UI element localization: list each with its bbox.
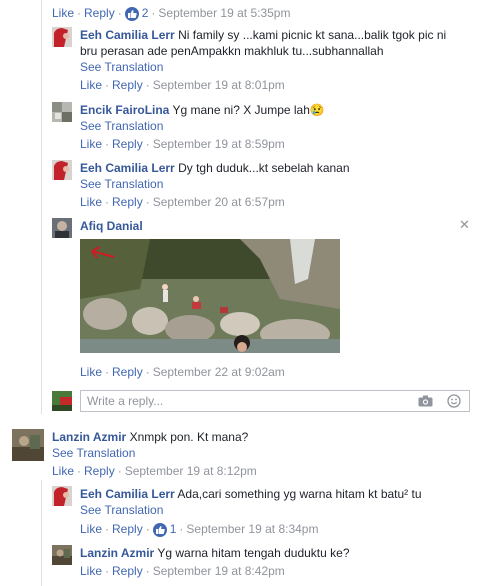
like-link[interactable]: Like	[52, 6, 74, 20]
comment-text: Dy tgh duduk...kt sebelah kanan	[178, 161, 350, 175]
timestamp[interactable]: September 19 at 8:42pm	[153, 564, 285, 578]
avatar[interactable]	[52, 102, 72, 122]
separator: ·	[151, 6, 156, 20]
comment-text: Xnmpk pon. Kt mana?	[129, 430, 249, 444]
like-thumb-icon[interactable]	[152, 523, 167, 537]
reply-link[interactable]: Reply	[112, 365, 143, 379]
reply-comment: Afiq Danial	[52, 218, 143, 238]
avatar[interactable]	[52, 218, 72, 238]
reply-avatar	[52, 391, 72, 411]
reply-input-box[interactable]	[80, 390, 470, 412]
separator: ·	[77, 464, 82, 478]
timestamp[interactable]: September 19 at 8:59pm	[153, 137, 285, 151]
comment-actions: Like · Reply · September 19 at 8:12pm	[52, 463, 257, 479]
comment-actions: Like · Reply · September 22 at 9:02am	[80, 364, 285, 380]
reply-comment: Lanzin Azmir Yg warna hitam tengah duduk…	[52, 545, 350, 565]
author-name[interactable]: Encik FairoLina	[80, 103, 169, 117]
separator: ·	[145, 137, 150, 151]
comment-text: Ni family sy ...kami picnic kt sana...ba…	[178, 28, 447, 42]
timestamp[interactable]: September 20 at 6:57pm	[153, 195, 285, 209]
comment-actions: Like · Reply · 2 · September 19 at 5:35pm	[52, 5, 290, 21]
reply-comment: Eeh Camilia Lerr Dy tgh duduk...kt sebel…	[52, 160, 350, 192]
reply-link[interactable]: Reply	[112, 195, 143, 209]
crying-emoji-icon: 😢	[309, 103, 325, 117]
reply-comment: Encik FairoLina Yg mane ni? X Jumpe lah😢…	[52, 102, 325, 134]
avatar[interactable]	[12, 429, 44, 461]
comment-actions: Like · Reply · September 20 at 6:57pm	[80, 194, 285, 210]
reply-link[interactable]: Reply	[112, 564, 143, 578]
separator: ·	[145, 564, 150, 578]
timestamp[interactable]: September 19 at 5:35pm	[158, 6, 290, 20]
like-link[interactable]: Like	[80, 564, 102, 578]
separator: ·	[105, 78, 110, 92]
separator: ·	[145, 195, 150, 209]
reply-link[interactable]: Reply	[112, 137, 143, 151]
author-name[interactable]: Eeh Camilia Lerr	[80, 487, 175, 501]
avatar[interactable]	[52, 545, 72, 565]
camera-icon[interactable]	[418, 395, 433, 410]
timestamp[interactable]: September 22 at 9:02am	[153, 365, 285, 379]
reply-comment: Eeh Camilia Lerr Ada,cari something yg w…	[52, 486, 422, 518]
comment-text: Yg warna hitam tengah duduktu ke?	[157, 546, 350, 560]
see-translation-link[interactable]: See Translation	[80, 502, 422, 518]
timestamp[interactable]: September 19 at 8:12pm	[125, 464, 257, 478]
comment-actions: Like · Reply · September 19 at 8:59pm	[80, 136, 285, 152]
separator: ·	[105, 522, 110, 536]
separator: ·	[105, 137, 110, 151]
author-name[interactable]: Lanzin Azmir	[80, 546, 154, 560]
comment-actions: Like · Reply · 1 · September 19 at 8:34pm	[80, 521, 318, 537]
see-translation-link[interactable]: See Translation	[80, 118, 325, 134]
reply-input[interactable]	[81, 391, 401, 411]
timestamp[interactable]: September 19 at 8:34pm	[186, 522, 318, 536]
smiley-icon[interactable]	[447, 394, 461, 411]
reply-link[interactable]: Reply	[84, 6, 115, 20]
author-name[interactable]: Eeh Camilia Lerr	[80, 28, 175, 42]
like-link[interactable]: Like	[52, 464, 74, 478]
see-translation-link[interactable]: See Translation	[80, 176, 350, 192]
reply-link[interactable]: Reply	[112, 78, 143, 92]
separator: ·	[77, 6, 82, 20]
comment-photo[interactable]	[80, 239, 340, 353]
reply-link[interactable]: Reply	[84, 464, 115, 478]
separator: ·	[117, 6, 122, 20]
separator: ·	[105, 564, 110, 578]
like-link[interactable]: Like	[80, 522, 102, 536]
author-name[interactable]: Eeh Camilia Lerr	[80, 161, 175, 175]
comment-text: Ada,cari something yg warna hitam kt bat…	[177, 487, 422, 501]
comment-actions: Like · Reply · September 19 at 8:01pm	[80, 77, 285, 93]
like-thumb-icon[interactable]	[124, 7, 139, 21]
like-link[interactable]: Like	[80, 195, 102, 209]
reply-link[interactable]: Reply	[112, 522, 143, 536]
avatar[interactable]	[52, 27, 72, 47]
see-translation-link[interactable]: See Translation	[52, 445, 248, 461]
comment-actions: Like · Reply · September 19 at 8:42pm	[80, 563, 285, 579]
separator: ·	[179, 522, 184, 536]
comment-text: Yg mane ni? X Jumpe lah	[172, 103, 310, 117]
timestamp[interactable]: September 19 at 8:01pm	[153, 78, 285, 92]
comment: Lanzin Azmir Xnmpk pon. Kt mana? See Tra…	[12, 429, 248, 461]
thread-line	[41, 480, 42, 586]
comment-text: bru perasan ade penAmpakkn makhluk tu...…	[80, 44, 384, 58]
separator: ·	[145, 522, 150, 536]
author-name[interactable]: Afiq Danial	[80, 219, 143, 233]
separator: ·	[105, 365, 110, 379]
separator: ·	[145, 365, 150, 379]
reply-comment: Eeh Camilia Lerr Ni family sy ...kami pi…	[52, 27, 446, 75]
close-icon[interactable]: ✕	[459, 217, 470, 233]
like-link[interactable]: Like	[80, 137, 102, 151]
separator: ·	[117, 464, 122, 478]
like-link[interactable]: Like	[80, 78, 102, 92]
like-link[interactable]: Like	[80, 365, 102, 379]
see-translation-link[interactable]: See Translation	[80, 59, 446, 75]
avatar[interactable]	[52, 486, 72, 506]
separator: ·	[145, 78, 150, 92]
thread-line	[41, 0, 42, 414]
avatar[interactable]	[52, 160, 72, 180]
author-name[interactable]: Lanzin Azmir	[52, 430, 126, 444]
separator: ·	[105, 195, 110, 209]
